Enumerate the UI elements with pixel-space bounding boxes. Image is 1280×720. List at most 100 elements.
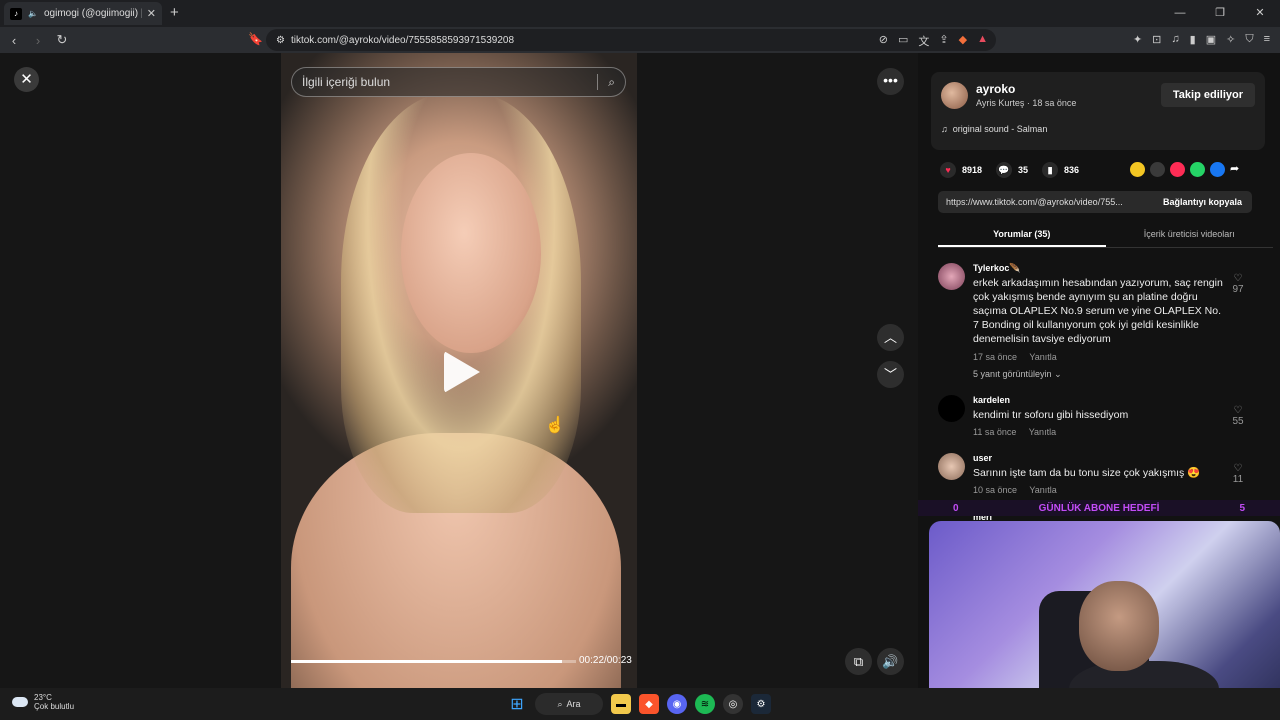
next-video-button[interactable]: ﹀ <box>877 361 904 388</box>
reply-button[interactable]: Yanıtla <box>1029 427 1056 437</box>
restore-icon[interactable]: ❐ <box>1200 0 1240 27</box>
brave-rewards-icon[interactable]: ▲ <box>977 33 988 49</box>
comment-like-count: 11 <box>1232 474 1244 485</box>
volume-button[interactable]: 🔊 <box>877 648 904 675</box>
cast-icon[interactable]: ▭ <box>898 33 908 49</box>
comment-meta: 10 sa önce Yanıtla <box>973 485 1057 495</box>
steam-icon[interactable]: ⚙ <box>751 694 771 714</box>
minimize-icon[interactable]: — <box>1160 0 1200 27</box>
spotify-icon[interactable]: ≋ <box>695 694 715 714</box>
menu-icon[interactable]: ≡ <box>1264 33 1270 46</box>
speaker-icon: 🔈 <box>28 9 38 18</box>
sound-link[interactable]: ♫ original sound - Salman <box>941 124 1047 134</box>
search-icon[interactable]: ⌕ <box>608 75 615 90</box>
no-camera-icon[interactable]: ⊘ <box>879 33 888 49</box>
video-link[interactable]: https://www.tiktok.com/@ayroko/video/755… <box>938 197 1153 207</box>
reply-button[interactable]: Yanıtla <box>1029 352 1056 362</box>
whatsapp-icon[interactable] <box>1190 162 1205 177</box>
forward-icon[interactable]: › <box>28 33 48 48</box>
commenter-avatar[interactable] <box>938 263 965 290</box>
url-text: tiktok.com/@ayroko/video/755585859397153… <box>290 34 515 46</box>
browser-tab[interactable]: ♪ 🔈 ogimogi (@ogiimogii) | TikTo ✕ <box>4 2 162 25</box>
commenter-name[interactable]: kardelen <box>973 395 1010 405</box>
link-box: https://www.tiktok.com/@ayroko/video/755… <box>938 191 1252 213</box>
close-tab-icon[interactable]: ✕ <box>147 7 156 20</box>
site-info-icon[interactable]: ⚙ <box>276 35 285 46</box>
commenter-avatar[interactable] <box>938 453 965 480</box>
previous-video-button[interactable]: ︿ <box>877 324 904 351</box>
obs-icon[interactable]: ◎ <box>723 694 743 714</box>
sound-name: original sound - Salman <box>952 124 1048 134</box>
heart-outline-icon[interactable]: ♡ <box>1228 463 1248 474</box>
weather-widget[interactable]: 23°C Çok bulutlu <box>12 693 74 711</box>
share-icon[interactable]: ⇪ <box>939 33 948 49</box>
send-icon[interactable] <box>1170 162 1185 177</box>
progress-bar[interactable] <box>291 660 576 663</box>
leo-ai-icon[interactable]: ✧ <box>1226 33 1235 46</box>
view-replies-button[interactable]: 5 yanıt görüntüleyin ⌄ <box>973 369 1062 380</box>
author-avatar[interactable] <box>941 82 968 109</box>
comment-like-count: 97 <box>1232 284 1244 295</box>
reload-icon[interactable]: ↻ <box>52 32 72 48</box>
author-username[interactable]: ayroko <box>976 82 1015 96</box>
reply-button[interactable]: Yanıtla <box>1029 485 1056 495</box>
heart-icon[interactable]: ♥ <box>940 162 956 178</box>
save-stat[interactable]: ▮ 836 <box>1042 162 1079 178</box>
like-stat[interactable]: ♥ 8918 <box>940 162 982 178</box>
window-controls: — ❐ ✕ <box>1160 0 1280 27</box>
goal-target: 5 <box>1239 502 1245 514</box>
wallet-icon[interactable]: ▣ <box>1206 33 1216 46</box>
comment-stat[interactable]: 💬 35 <box>996 162 1028 178</box>
close-window-icon[interactable]: ✕ <box>1240 0 1280 27</box>
bookmark-icon[interactable]: 🔖 <box>248 32 263 46</box>
taskbar-search-label: Ara <box>566 699 581 709</box>
commenter-avatar[interactable] <box>938 395 965 422</box>
address-bar[interactable]: ⚙ tiktok.com/@ayroko/video/7555858593971… <box>266 29 996 51</box>
taskbar-search[interactable]: ⌕ Ara <box>535 693 603 715</box>
new-tab-button[interactable]: + <box>170 4 179 21</box>
search-placeholder: İlgili içeriği bulun <box>302 75 391 89</box>
streamer-face <box>1079 581 1159 671</box>
comment-like[interactable]: ♡ 97 <box>1228 273 1248 295</box>
play-icon[interactable] <box>444 351 480 393</box>
share-icons: ➦ <box>1130 162 1245 177</box>
commenter-name[interactable]: Tylerkoc🪶 <box>973 263 1021 274</box>
browser-toolbar: ‹ › ↻ 🔖 ⚙ tiktok.com/@ayroko/video/75558… <box>0 27 1280 53</box>
comment-icon[interactable]: 💬 <box>996 162 1013 178</box>
related-search-input[interactable]: İlgili içeriği bulun ⌕ <box>291 67 626 97</box>
following-button[interactable]: Takip ediliyor <box>1160 83 1255 107</box>
comment-meta: 11 sa önce Yanıtla <box>973 427 1056 437</box>
comment-like[interactable]: ♡ 55 <box>1228 405 1248 427</box>
video-player[interactable]: İlgili içeriği bulun ⌕ 00:22/00:23 <box>281 53 637 688</box>
back-icon[interactable]: ‹ <box>4 33 24 48</box>
comment-like[interactable]: ♡ 11 <box>1228 463 1248 485</box>
translate-icon[interactable]: 文 <box>918 33 929 49</box>
brave-browser-icon[interactable]: ◆ <box>639 694 659 714</box>
progress-fill <box>291 660 562 663</box>
extensions-icon[interactable]: ✦ <box>1133 33 1142 46</box>
brave-shield-icon[interactable]: ◆ <box>959 33 967 49</box>
sidebar-icon[interactable]: ▮ <box>1190 33 1196 46</box>
embed-icon[interactable] <box>1150 162 1165 177</box>
screenshot-icon[interactable]: ⊡ <box>1152 33 1161 46</box>
music-icon[interactable]: ♫ <box>1171 33 1179 46</box>
share-arrow-icon[interactable]: ➦ <box>1230 162 1245 177</box>
copy-link-button[interactable]: Bağlantıyı kopyala <box>1153 197 1252 207</box>
heart-outline-icon[interactable]: ♡ <box>1228 405 1248 416</box>
facebook-icon[interactable] <box>1210 162 1225 177</box>
commenter-name[interactable]: user <box>973 453 992 463</box>
bookmark-save-icon[interactable]: ▮ <box>1042 162 1059 178</box>
tiktok-favicon-icon: ♪ <box>10 7 22 20</box>
tab-creator-videos[interactable]: İçerik üreticisi videoları <box>1106 223 1274 247</box>
discord-icon[interactable]: ◉ <box>667 694 687 714</box>
friends-share-icon[interactable] <box>1130 162 1145 177</box>
close-video-button[interactable]: ✕ <box>14 67 39 92</box>
more-options-button[interactable]: ••• <box>877 68 904 95</box>
windows-start-icon[interactable]: ⊞ <box>507 694 527 714</box>
pip-button[interactable]: ⧉ <box>845 648 872 675</box>
heart-outline-icon[interactable]: ♡ <box>1228 273 1248 284</box>
tab-comments[interactable]: Yorumlar (35) <box>938 223 1106 247</box>
vpn-icon[interactable]: ⛉ <box>1245 33 1253 46</box>
mouse-cursor-icon: ☝ <box>545 417 565 434</box>
file-explorer-icon[interactable]: ▬ <box>611 694 631 714</box>
